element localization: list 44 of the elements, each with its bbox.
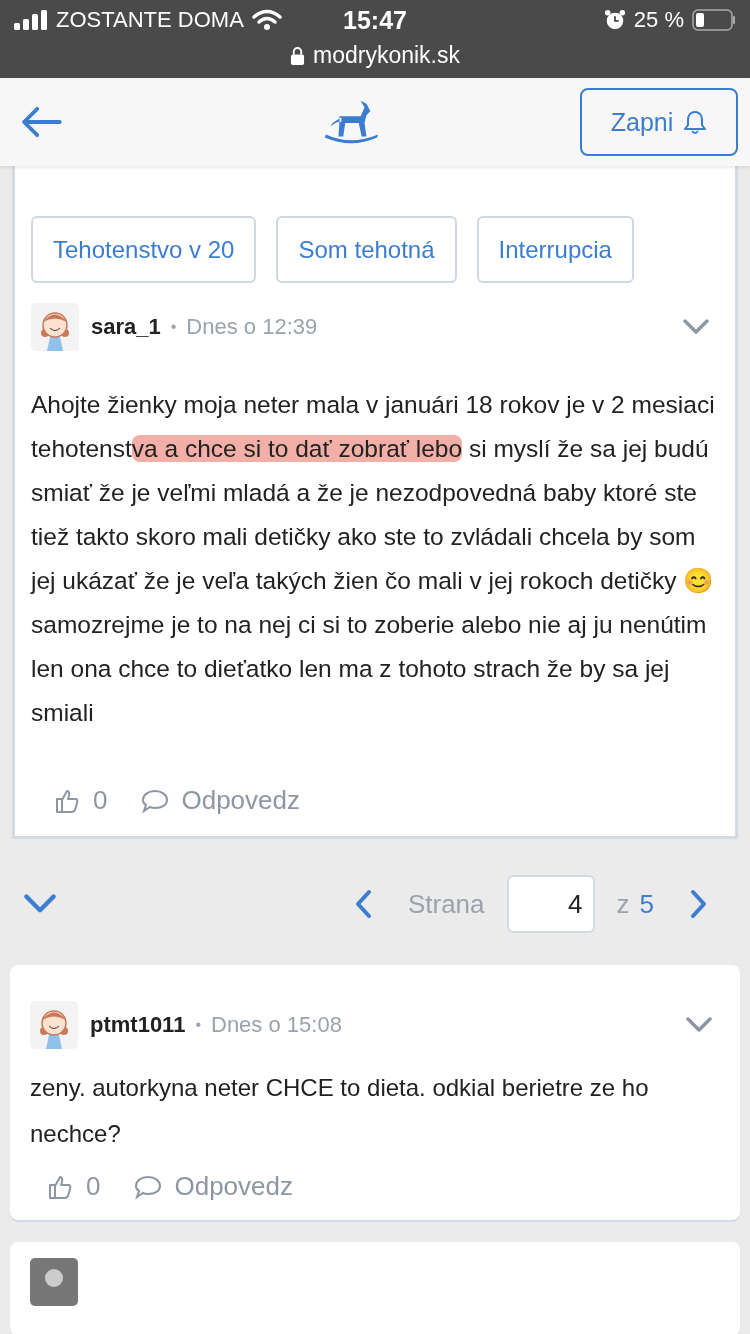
speech-bubble-icon <box>134 1173 163 1200</box>
notify-button[interactable]: Zapni <box>580 88 738 156</box>
page-label: Strana <box>407 888 485 920</box>
url-text[interactable]: modrykonik.sk <box>313 41 460 69</box>
comment-text: zeny. autorkyna neter CHCE to dieta. odkial berietre ze ho nechce? <box>30 1073 650 1149</box>
reply-button[interactable]: Odpovedz <box>134 1171 293 1202</box>
like-button[interactable]: 0 <box>53 785 108 816</box>
lock-icon <box>290 45 305 65</box>
chevron-down-icon[interactable] <box>686 1017 712 1033</box>
avatar-icon <box>30 1001 78 1049</box>
chevron-down-icon[interactable] <box>24 894 56 914</box>
page-total-link[interactable]: 5 <box>639 888 654 920</box>
author-name[interactable]: sara_1 <box>91 314 161 340</box>
battery-icon <box>692 9 736 31</box>
rocking-horse-icon[interactable] <box>322 99 380 145</box>
tag-button[interactable]: Interrupcia <box>476 216 634 283</box>
carrier-name: ZOSTANTE DOMA <box>56 7 244 33</box>
thumbs-up-icon <box>46 1173 74 1200</box>
author-name[interactable]: ptmt1011 <box>90 1012 186 1038</box>
tag-button[interactable]: Tehotenstvo v 20 <box>31 216 257 283</box>
like-button[interactable]: 0 <box>46 1171 101 1202</box>
avatar-icon <box>30 1258 78 1306</box>
page-input[interactable]: 4 <box>506 875 595 933</box>
wifi-icon <box>251 9 282 31</box>
page-of-label: z <box>616 888 630 920</box>
back-arrow-icon[interactable] <box>20 106 62 138</box>
chevron-down-icon[interactable] <box>683 319 709 335</box>
separator-dot: • <box>170 318 177 336</box>
post-time: Dnes o 12:39 <box>186 314 318 340</box>
avatar-icon <box>31 303 79 351</box>
previous-page-icon[interactable] <box>353 889 372 919</box>
clock-time: 15:47 <box>343 5 407 35</box>
separator-dot: • <box>195 1016 201 1034</box>
battery-percent: 25 % <box>633 7 684 33</box>
post-text: Ahojte žienky moja neter mala v januári 18 rokov je v 2 mesiaci tehotenstva a chce si to dať zobrať lebo si myslí že sa jej budú smiať že je veľmi mladá a že je nezodpovedná baby ktoré ste tiež takto skoro mali detičky ako ste to zvládali chcela by som jej ukázať že je veľa takých žien čo mali v jej rokoch detičky 😊 samozrejme je to na nej ci si to zoberie alebo nie aj ju nenútim len ona chce to dieťatko len ma z tohoto strach že by sa jej smiali <box>31 390 716 728</box>
thumbs-up-icon <box>53 787 81 814</box>
reply-button[interactable]: Odpovedz <box>141 785 300 816</box>
comment-time: Dnes o 15:08 <box>211 1012 342 1038</box>
signal-icon <box>14 10 48 30</box>
tag-button[interactable]: Som tehotná <box>276 216 457 283</box>
alarm-icon <box>603 9 626 31</box>
bell-icon <box>683 109 708 135</box>
next-page-icon[interactable] <box>690 889 708 919</box>
speech-bubble-icon <box>141 787 170 814</box>
